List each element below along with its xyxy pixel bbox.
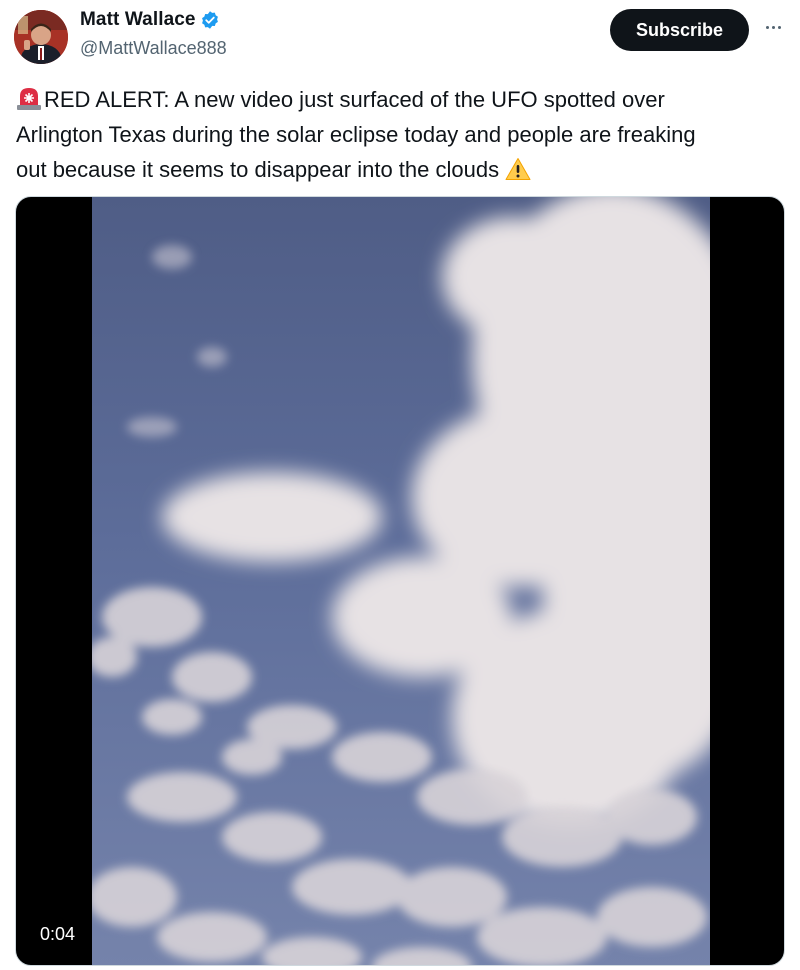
video-duration: 0:04 bbox=[30, 917, 86, 951]
author-name-row: Matt Wallace bbox=[80, 9, 220, 31]
profile-photo bbox=[14, 10, 68, 64]
display-name[interactable]: Matt Wallace bbox=[80, 9, 196, 31]
tweet-text: RED ALERT: A new video just surfaced of … bbox=[16, 82, 786, 187]
tweet-text-line-1: RED ALERT: A new video just surfaced of … bbox=[44, 87, 665, 112]
avatar[interactable] bbox=[14, 10, 68, 64]
dot bbox=[771, 25, 775, 29]
author-handle[interactable]: @MattWallace888 bbox=[80, 38, 227, 59]
tweet-line-3: out because it seems to disappear into t… bbox=[16, 152, 786, 187]
tweet-line-2: Arlington Texas during the solar eclipse… bbox=[16, 117, 786, 152]
subscribe-button[interactable]: Subscribe bbox=[610, 9, 749, 51]
tweet-text-line-2: Arlington Texas during the solar eclipse… bbox=[16, 122, 696, 147]
dot bbox=[765, 25, 769, 29]
warning-emoji-icon bbox=[505, 158, 531, 180]
dot bbox=[777, 25, 781, 29]
video-player[interactable]: 0:04 bbox=[15, 196, 785, 966]
more-options-icon[interactable] bbox=[760, 14, 786, 40]
verified-badge-icon bbox=[201, 11, 218, 29]
police-light-emoji-icon bbox=[17, 88, 41, 110]
tweet-line-1: RED ALERT: A new video just surfaced of … bbox=[16, 82, 786, 117]
tweet-text-line-3: out because it seems to disappear into t… bbox=[16, 157, 500, 182]
video-frame-sky-clouds bbox=[92, 197, 710, 965]
